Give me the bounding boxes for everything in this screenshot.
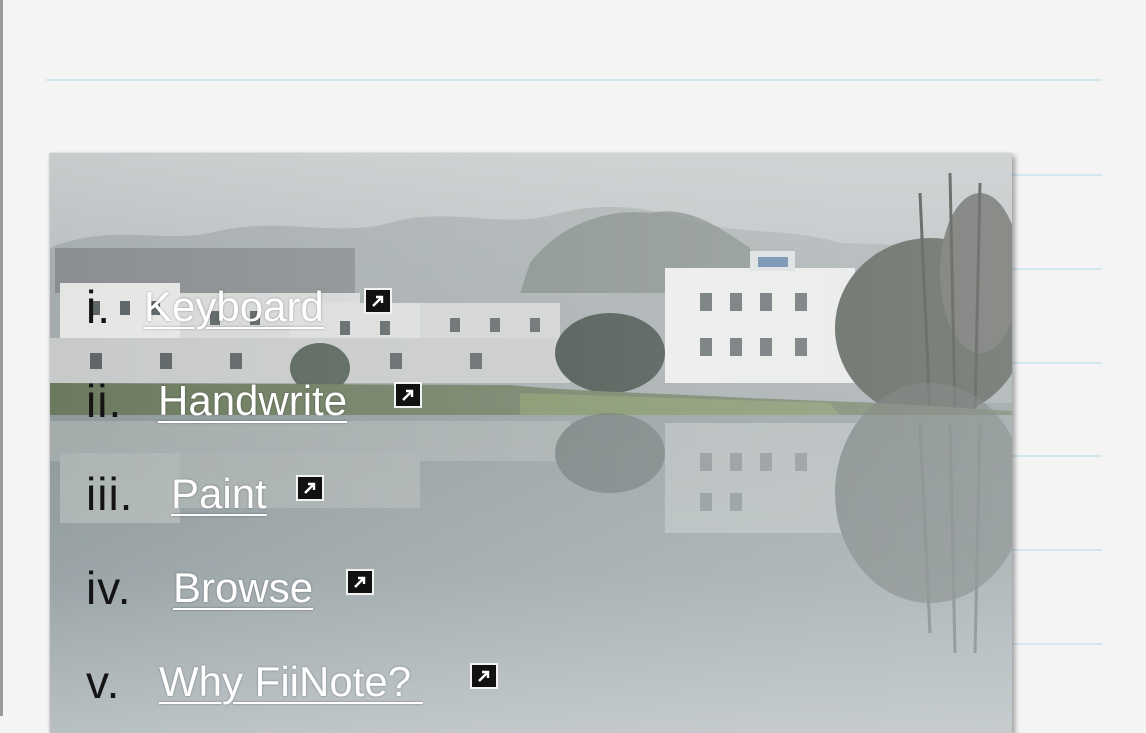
paint-link[interactable]: Paint [171,464,267,524]
list-numeral: iii. [86,468,134,520]
lake-village-photo-card: i. Keyboard ii. Handwrite iii. Paint iv.… [50,153,1012,733]
list-numeral: v. [86,656,121,708]
notebook-rule-line [46,79,1102,81]
notebook-rule-line [1012,362,1102,364]
notebook-rule-line [1012,268,1102,270]
lake-village-photo [50,153,1012,733]
handwrite-link[interactable]: Handwrite [158,371,347,431]
list-numeral: i. [86,281,111,333]
list-numeral: iv. [86,562,132,614]
list-numeral: ii. [86,375,123,427]
why-fiinote-link[interactable]: Why FiiNote? [159,652,423,712]
notebook-rule-line [1012,549,1102,551]
notebook-rule-line [1012,455,1102,457]
external-link-icon[interactable] [364,288,392,314]
notebook-rule-line [1012,174,1102,176]
keyboard-link[interactable]: Keyboard [144,277,324,337]
cut-off-heading [560,0,800,4]
external-link-icon[interactable] [346,569,374,595]
external-link-icon[interactable] [470,663,498,689]
browse-link[interactable]: Browse [173,558,313,618]
external-link-icon[interactable] [296,475,324,501]
notebook-rule-line [1012,643,1102,645]
window-left-border [0,0,3,716]
external-link-icon[interactable] [394,382,422,408]
